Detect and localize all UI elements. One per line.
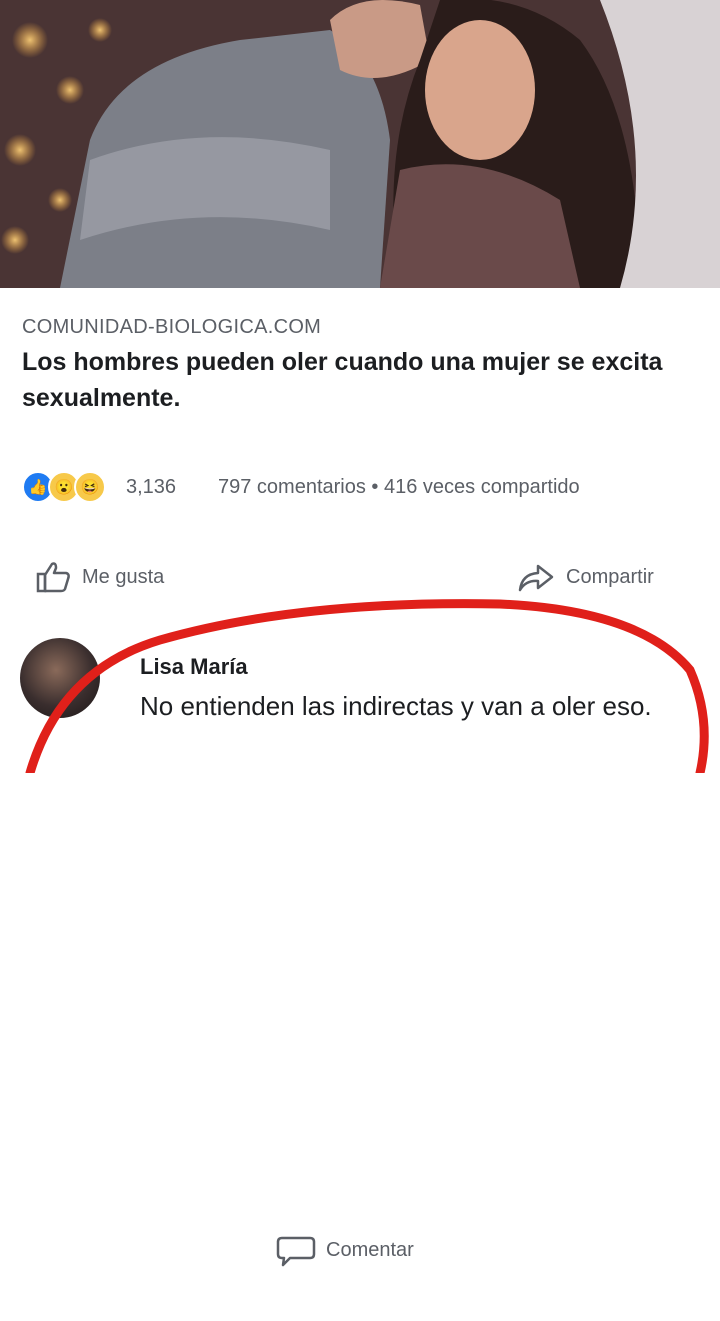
thumbs-up-icon [36, 562, 70, 593]
post-actions-bar: Me gusta Comentar Compartir [0, 548, 720, 1266]
link-domain: COMUNIDAD-BIOLOGICA.COM [22, 316, 322, 338]
share-button[interactable]: Compartir [516, 560, 654, 594]
share-button-label: Compartir [566, 565, 654, 588]
couple-photo [0, 0, 720, 288]
reaction-icons[interactable]: 👍 😮 😆 [22, 471, 106, 503]
avatar[interactable] [20, 638, 100, 718]
comment-button[interactable]: Comentar [276, 1180, 720, 1321]
speech-bubble-icon [276, 1236, 316, 1266]
comment-text: No entienden las indirectas y van a oler… [140, 691, 652, 721]
comment-author[interactable]: Lisa María [140, 654, 248, 680]
share-arrow-icon [518, 564, 554, 592]
like-button[interactable]: Me gusta [36, 560, 164, 594]
like-button-label: Me gusta [82, 565, 165, 588]
reaction-count[interactable]: 3,136 [126, 476, 176, 499]
link-headline[interactable]: Los hombres pueden oler cuando una mujer… [22, 344, 682, 416]
comment-button-label: Comentar [326, 1239, 414, 1261]
comment-item: Lisa María No entienden las indirectas y… [0, 632, 720, 773]
link-preview-card[interactable]: COMUNIDAD-BIOLOGICA.COM Los hombres pued… [0, 288, 720, 438]
comments-shares-count[interactable]: 797 comentarios • 416 veces compartido [218, 476, 580, 499]
haha-icon: 😆 [74, 471, 106, 503]
post-photo[interactable] [0, 0, 720, 288]
post-stats-bar: 👍 😮 😆 3,136 797 comentarios • 416 veces … [0, 462, 720, 512]
